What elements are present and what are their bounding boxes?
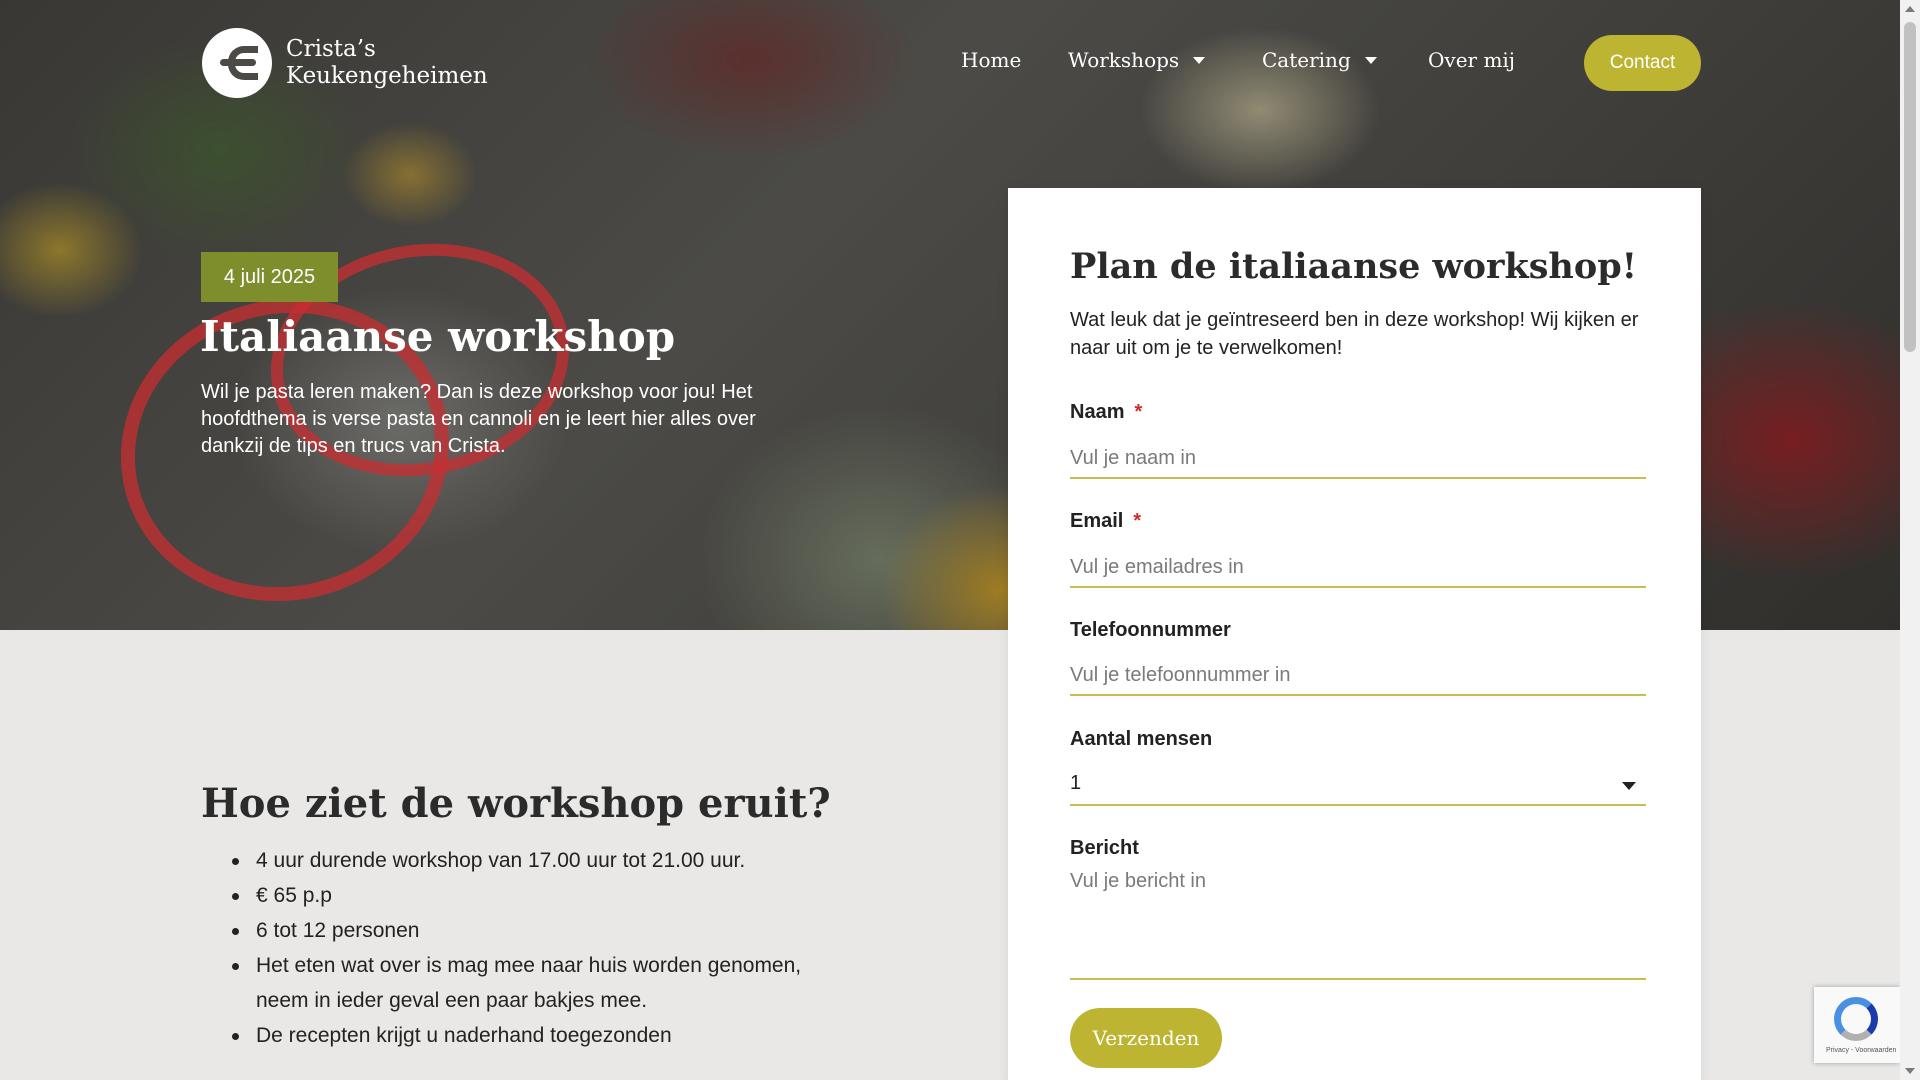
recaptcha-text: Privacy - Voorwaarden bbox=[1826, 1047, 1897, 1054]
scroll-thumb[interactable] bbox=[1904, 22, 1916, 352]
scroll-up-icon[interactable] bbox=[1905, 6, 1915, 12]
required-marker: * bbox=[1133, 510, 1142, 532]
site-logo[interactable]: Crista’s Keukengeheimen bbox=[202, 28, 488, 98]
submit-button[interactable]: Verzenden bbox=[1070, 1008, 1222, 1068]
name-label-text: Naam bbox=[1070, 401, 1125, 423]
list-item: 6 tot 12 personen bbox=[230, 913, 830, 948]
form-intro: Wat leuk dat je geïntreseerd ben in deze… bbox=[1070, 309, 1639, 359]
email-label: Email * bbox=[1070, 510, 1141, 533]
page-title: Italiaanse workshop bbox=[200, 312, 676, 361]
scroll-down-icon[interactable] bbox=[1905, 1068, 1915, 1074]
logo-line-1: Crista’s bbox=[286, 36, 376, 62]
chevron-down-icon bbox=[1622, 782, 1636, 790]
phone-field[interactable] bbox=[1070, 656, 1646, 696]
nav-workshops-label: Workshops bbox=[1068, 48, 1180, 72]
recaptcha-icon bbox=[1834, 997, 1878, 1041]
list-item: 4 uur durende workshop van 17.00 uur tot… bbox=[230, 843, 830, 878]
logo-line-2: Keukengeheimen bbox=[286, 63, 488, 89]
scrollbar[interactable] bbox=[1900, 0, 1920, 1080]
message-field[interactable] bbox=[1070, 870, 1646, 980]
phone-label: Telefoonnummer bbox=[1070, 619, 1231, 641]
contact-button[interactable]: Contact bbox=[1584, 35, 1701, 91]
date-badge: 4 juli 2025 bbox=[201, 252, 338, 302]
people-select[interactable]: 1 bbox=[1070, 762, 1646, 806]
logo-text: Crista’s Keukengeheimen bbox=[286, 36, 488, 90]
hero-description: Wil je pasta leren maken? Dan is deze wo… bbox=[201, 381, 756, 457]
name-label: Naam * bbox=[1070, 401, 1142, 424]
nav-workshops[interactable]: Workshops bbox=[1068, 48, 1206, 72]
nav-over-mij[interactable]: Over mij bbox=[1428, 48, 1515, 72]
name-field[interactable] bbox=[1070, 439, 1646, 479]
people-select-value: 1 bbox=[1070, 771, 1082, 794]
nav-catering[interactable]: Catering bbox=[1262, 48, 1377, 72]
form-title: Plan de italiaanse workshop! bbox=[1070, 246, 1638, 287]
message-label: Bericht bbox=[1070, 837, 1139, 859]
nav-catering-label: Catering bbox=[1262, 48, 1351, 72]
nav-home[interactable]: Home bbox=[961, 48, 1021, 72]
booking-form-card: Plan de italiaanse workshop! Wat leuk da… bbox=[1008, 188, 1701, 1080]
people-label: Aantal mensen bbox=[1070, 728, 1213, 750]
workshop-details-list: 4 uur durende workshop van 17.00 uur tot… bbox=[230, 843, 830, 1053]
recaptcha-badge[interactable]: Privacy - Voorwaarden bbox=[1814, 987, 1900, 1063]
email-label-text: Email bbox=[1070, 510, 1124, 532]
nav-over-mij-label: Over mij bbox=[1428, 48, 1516, 72]
email-field[interactable] bbox=[1070, 548, 1646, 588]
chevron-down-icon bbox=[1364, 56, 1377, 64]
list-item: De recepten krijgt u naderhand toegezond… bbox=[230, 1018, 830, 1053]
required-marker: * bbox=[1134, 401, 1143, 423]
list-item: € 65 p.p bbox=[230, 878, 830, 913]
chevron-down-icon bbox=[1193, 56, 1206, 64]
logo-icon bbox=[202, 28, 272, 98]
list-item: Het eten wat over is mag mee naar huis w… bbox=[230, 948, 830, 1018]
nav-home-label: Home bbox=[961, 48, 1022, 72]
section-title: Hoe ziet de workshop eruit? bbox=[201, 780, 831, 827]
